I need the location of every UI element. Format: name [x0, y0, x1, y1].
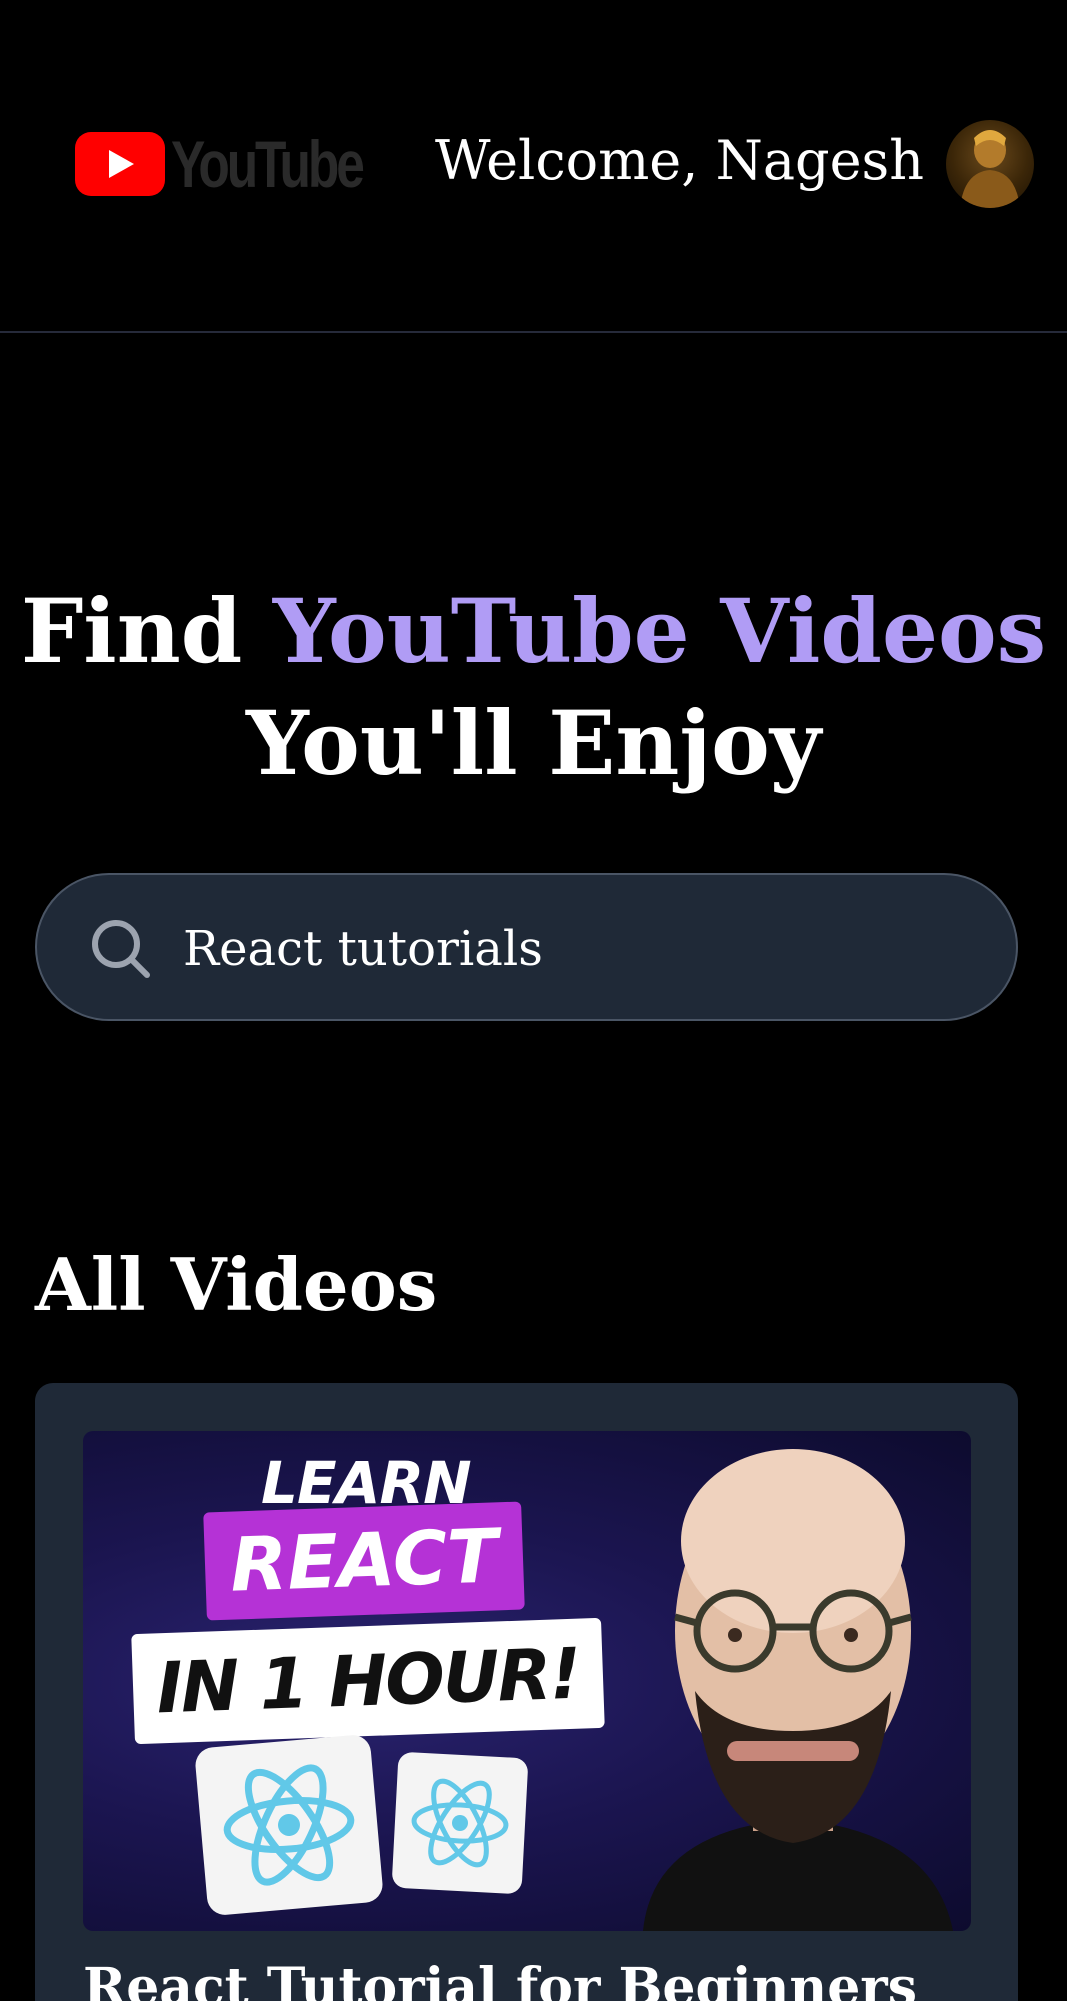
- avatar[interactable]: [946, 120, 1034, 208]
- react-atom-icon: [223, 1764, 355, 1886]
- hero-heading: Find YouTube Videos You'll Enjoy: [0, 575, 1067, 799]
- section-title: All Videos: [35, 1242, 438, 1327]
- video-thumbnail[interactable]: LEARN REACT IN 1 HOUR!: [83, 1431, 971, 1931]
- presenter-image: [643, 1449, 953, 1931]
- video-title[interactable]: React Tutorial for Beginners: [83, 1953, 983, 2001]
- hero-prefix: Find: [20, 579, 273, 683]
- hero-accent: YouTube Videos: [272, 579, 1047, 683]
- react-logo-tile-small: [391, 1751, 529, 1895]
- youtube-logo[interactable]: YouTube: [75, 130, 416, 198]
- welcome-text: Welcome, Nagesh: [435, 129, 925, 192]
- avatar-image: [960, 130, 1020, 208]
- app-header: YouTube Welcome, Nagesh: [0, 0, 1067, 333]
- search-input[interactable]: [183, 905, 983, 993]
- react-atom-icon: [411, 1778, 509, 1868]
- video-card[interactable]: LEARN REACT IN 1 HOUR! React Tutorial fo…: [35, 1383, 1018, 2001]
- thumbnail-hour-text: IN 1 HOUR!: [131, 1617, 605, 1745]
- react-logo-tile: [194, 1733, 384, 1917]
- search-bar[interactable]: [35, 873, 1018, 1021]
- thumbnail-react-text: REACT: [203, 1501, 525, 1621]
- page: YouTube Welcome, Nagesh Find YouTube Vid…: [0, 0, 1067, 2001]
- search-icon: [92, 920, 150, 978]
- play-icon: [75, 132, 165, 196]
- logo-wordmark: YouTube: [171, 127, 365, 201]
- hero-line2: You'll Enjoy: [245, 691, 821, 795]
